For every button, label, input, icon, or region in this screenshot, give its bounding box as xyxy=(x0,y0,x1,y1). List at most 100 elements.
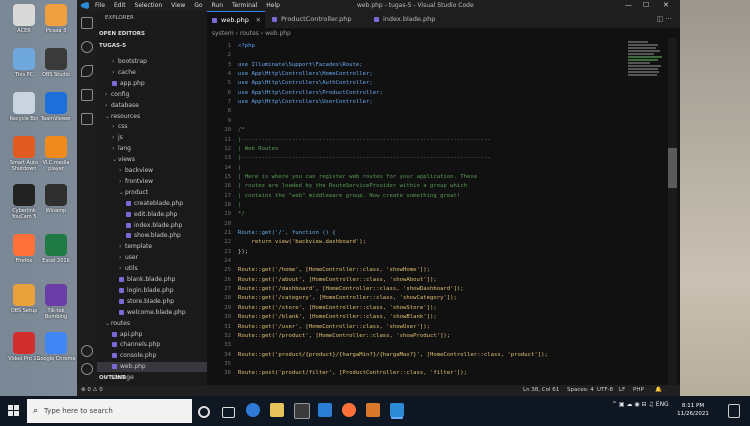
code-line[interactable]: 18 | xyxy=(207,201,677,210)
code-line[interactable]: 13 |-------------------------------------… xyxy=(207,154,677,163)
clock[interactable]: 8:11 PM 11/26/2021 xyxy=(674,402,712,418)
run-debug-icon[interactable] xyxy=(81,89,93,101)
code-line[interactable]: 10 /* xyxy=(207,126,677,135)
code-line[interactable]: 16 | routes are loaded by the RouteServic… xyxy=(207,182,677,191)
code-line[interactable]: 4 use App\Http\Controllers\HomeController… xyxy=(207,70,677,79)
desktop-icon[interactable]: Winamp xyxy=(36,184,76,214)
code-line[interactable]: 23}); xyxy=(207,248,677,257)
close-icon[interactable]: ✕ xyxy=(256,12,261,29)
code-line[interactable]: 35 xyxy=(207,360,677,369)
minimize-button[interactable]: — xyxy=(625,1,632,9)
tree-folder[interactable]: ⌄resources xyxy=(97,112,207,122)
extensions-icon[interactable] xyxy=(81,113,93,125)
source-control-icon[interactable] xyxy=(81,65,93,77)
desktop-icon[interactable]: Google Chrome xyxy=(36,332,76,362)
tree-file[interactable]: welcome.blade.php xyxy=(97,308,207,318)
taskbar-search-box[interactable]: ⌕ Type here to search xyxy=(27,399,192,423)
menu-go[interactable]: Go xyxy=(194,2,202,9)
code-editor[interactable]: 1 <?php 2 3 use Illuminate\Support\Facades\R… xyxy=(207,38,680,385)
code-line[interactable]: 32 Route::get('/product', [HomeController… xyxy=(207,332,677,341)
menu-terminal[interactable]: Terminal xyxy=(232,2,257,9)
tree-file[interactable]: api.php xyxy=(97,330,207,340)
vscode-taskbar-icon[interactable] xyxy=(390,403,404,417)
account-icon[interactable] xyxy=(81,345,93,357)
desktop-icon[interactable]: Tik-tok Bombing xyxy=(36,284,76,320)
menu-file[interactable]: File xyxy=(95,2,105,9)
tree-folder[interactable]: › bootstrap xyxy=(97,57,207,67)
menu-view[interactable]: View xyxy=(171,2,185,9)
tree-folder[interactable]: › database xyxy=(97,101,207,111)
tree-file[interactable]: store.blade.php xyxy=(97,297,207,307)
menu-selection[interactable]: Selection xyxy=(135,2,163,9)
code-line[interactable]: 21 Route::get('/', function () { xyxy=(207,229,677,238)
split-editor-icon[interactable]: ◫ ··· xyxy=(656,15,672,23)
tree-folder[interactable]: › config xyxy=(97,90,207,100)
breadcrumb-item[interactable]: web.php xyxy=(265,30,291,37)
tree-file[interactable]: edit.blade.php xyxy=(97,210,207,220)
cursor-position[interactable]: Ln 38, Col 61 xyxy=(523,387,559,393)
cortana-icon[interactable] xyxy=(198,406,210,418)
code-line[interactable]: 17 | contains the "web" middleware group.… xyxy=(207,192,677,201)
firefox-icon[interactable] xyxy=(342,403,356,417)
end-of-line[interactable]: LF xyxy=(619,387,625,393)
menu-help[interactable]: Help xyxy=(266,2,280,9)
language-mode[interactable]: PHP xyxy=(633,387,644,393)
indentation[interactable]: Spaces: 4 xyxy=(567,387,594,393)
tab-index-blade[interactable]: index.blade.php xyxy=(369,11,451,28)
minimap[interactable] xyxy=(628,40,664,100)
problems-indicator[interactable]: ⊗ 0 ⚠ 0 xyxy=(81,387,103,393)
search-icon[interactable] xyxy=(81,41,93,53)
code-line[interactable]: 33 xyxy=(207,341,677,350)
code-line[interactable]: 9 xyxy=(207,117,677,126)
tree-folder[interactable]: ⌄views xyxy=(97,155,207,165)
gear-icon[interactable] xyxy=(81,363,93,375)
code-line[interactable]: 2 xyxy=(207,51,677,60)
tab-productcontroller[interactable]: ProductController.php xyxy=(267,11,367,28)
editor-scrollbar[interactable] xyxy=(668,38,677,385)
code-line[interactable]: 25 Route::get('/home', [HomeController::c… xyxy=(207,266,677,275)
tab-web-php[interactable]: web.php ✕ xyxy=(207,11,265,28)
menu-edit[interactable]: Edit xyxy=(114,2,126,9)
code-line[interactable]: 20 xyxy=(207,220,677,229)
maximize-button[interactable]: ☐ xyxy=(643,1,649,9)
outline-section[interactable]: OUTLINE xyxy=(99,375,126,381)
close-button[interactable]: ✕ xyxy=(663,1,669,9)
tree-folder[interactable]: ⌄product xyxy=(97,188,207,198)
code-line[interactable]: 6 use App\Http\Controllers\ProductControl… xyxy=(207,89,677,98)
encoding[interactable]: UTF-8 xyxy=(597,387,613,393)
tree-folder[interactable]: › css xyxy=(97,122,207,132)
tree-folder[interactable]: › lang xyxy=(97,144,207,154)
code-line[interactable]: 3 use Illuminate\Support\Facades\Route; xyxy=(207,61,677,70)
tree-folder[interactable]: ⌄routes xyxy=(97,319,207,329)
desktop-icon[interactable]: VLC media player xyxy=(36,136,76,172)
code-line[interactable]: 1 <?php xyxy=(207,42,677,51)
project-section[interactable]: TUGAS-5 xyxy=(99,43,126,49)
tree-folder[interactable]: › frontview xyxy=(97,177,207,187)
store-icon[interactable] xyxy=(294,403,310,419)
menu-run[interactable]: Run xyxy=(212,2,224,9)
code-line[interactable]: 14 | xyxy=(207,164,677,173)
notification-icon[interactable]: 🔔 xyxy=(655,387,662,393)
tree-folder[interactable]: › backview xyxy=(97,166,207,176)
task-view-icon[interactable] xyxy=(222,407,235,418)
explorer-icon[interactable] xyxy=(81,17,93,29)
tree-file[interactable]: channels.php xyxy=(97,340,207,350)
tree-folder[interactable]: › user xyxy=(97,253,207,263)
code-line[interactable]: 22 return view('backview.dashboard'); xyxy=(207,238,677,247)
mail-icon[interactable] xyxy=(318,403,332,417)
code-line[interactable]: 7 use App\Http\Controllers\UserController… xyxy=(207,98,677,107)
code-line[interactable]: 28 Route::get('/category', [HomeControlle… xyxy=(207,294,677,303)
tree-file[interactable]: index.blade.php xyxy=(97,221,207,231)
tree-file[interactable]: createblade.php xyxy=(97,199,207,209)
breadcrumb-item[interactable]: routes xyxy=(240,30,259,37)
tree-folder[interactable]: › template xyxy=(97,242,207,252)
tree-folder[interactable]: › cache xyxy=(97,68,207,78)
code-line[interactable]: 24 xyxy=(207,257,677,266)
breadcrumb-item[interactable]: system xyxy=(212,30,234,37)
code-line[interactable]: 15 | Here is where you can register web r… xyxy=(207,173,677,182)
code-line[interactable]: 12 | Web Routes xyxy=(207,145,677,154)
tree-file[interactable]: console.php xyxy=(97,351,207,361)
open-editors-section[interactable]: OPEN EDITORS xyxy=(99,31,145,37)
tree-file[interactable]: app.php xyxy=(97,79,207,89)
file-explorer-icon[interactable] xyxy=(270,403,284,417)
